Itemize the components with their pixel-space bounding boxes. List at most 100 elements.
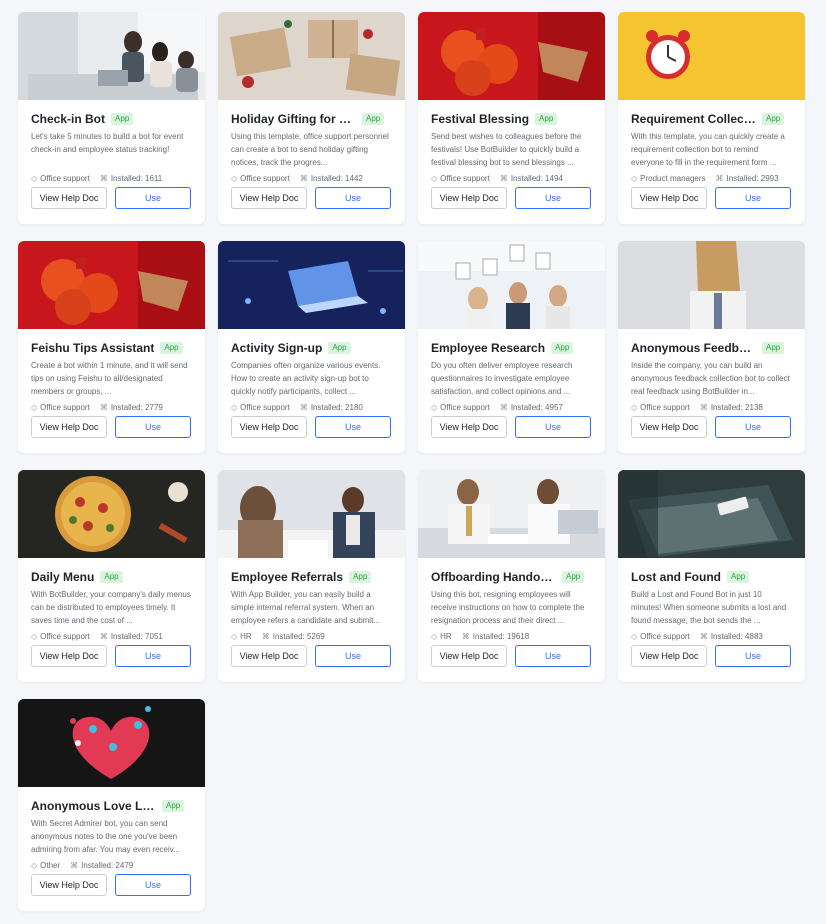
card-category: Office support xyxy=(40,402,90,412)
card-installed-count: Installed: 1442 xyxy=(310,173,363,183)
template-card-0[interactable]: Check-in Bot App Let's take 5 minutes to… xyxy=(18,12,205,224)
template-card-7[interactable]: Anonymous Feedback App Inside the compan… xyxy=(618,241,805,453)
app-badge: App xyxy=(762,342,785,354)
app-badge: App xyxy=(349,571,372,583)
view-help-doc-button[interactable]: View Help Doc xyxy=(31,874,107,896)
card-title: Requirement Collection xyxy=(631,112,756,126)
use-button[interactable]: Use xyxy=(115,416,191,438)
install-icon: ⌘ xyxy=(99,402,108,412)
template-card-9[interactable]: Employee Referrals App With App Builder,… xyxy=(218,470,405,682)
card-installed-count: Installed: 7051 xyxy=(110,631,163,641)
card-description: Companies often organize various events.… xyxy=(231,361,381,396)
card-category: Product managers xyxy=(640,173,706,183)
wrapped-gifts-photo xyxy=(218,12,405,100)
card-installed-count: Installed: 1611 xyxy=(110,173,163,183)
tag-icon: ◇ xyxy=(431,631,438,641)
view-help-doc-button[interactable]: View Help Doc xyxy=(631,187,707,209)
template-card-10[interactable]: Offboarding Handover App Using this bot,… xyxy=(418,470,605,682)
use-button[interactable]: Use xyxy=(115,187,191,209)
card-installed-count: Installed: 2993 xyxy=(726,173,779,183)
view-help-doc-button[interactable]: View Help Doc xyxy=(631,645,707,667)
app-badge: App xyxy=(551,342,574,354)
festival-oranges-photo xyxy=(18,241,205,329)
card-category: Office support xyxy=(640,402,690,412)
view-help-doc-button[interactable]: View Help Doc xyxy=(231,416,307,438)
template-card-3[interactable]: Requirement Collection App With this tem… xyxy=(618,12,805,224)
view-help-doc-button[interactable]: View Help Doc xyxy=(231,187,307,209)
card-title: Holiday Gifting for Empl... xyxy=(231,112,356,126)
office-meeting-photo xyxy=(18,12,205,100)
card-category: Office support xyxy=(240,402,290,412)
card-installed-count: Installed: 4883 xyxy=(710,631,763,641)
template-card-11[interactable]: Lost and Found App Build a Lost and Foun… xyxy=(618,470,805,682)
use-button[interactable]: Use xyxy=(315,645,391,667)
template-card-1[interactable]: Holiday Gifting for Empl... App Using th… xyxy=(218,12,405,224)
view-help-doc-button[interactable]: View Help Doc xyxy=(431,187,507,209)
use-button[interactable]: Use xyxy=(115,874,191,896)
card-installed-count: Installed: 1494 xyxy=(510,173,563,183)
template-card-4[interactable]: Feishu Tips Assistant App Create a bot w… xyxy=(18,241,205,453)
card-title: Anonymous Love Letters xyxy=(31,799,156,813)
card-description: Create a bot within 1 minute, and it wil… xyxy=(31,361,188,396)
card-category: HR xyxy=(440,631,452,641)
use-button[interactable]: Use xyxy=(715,187,791,209)
card-description: With Secret Admirer bot, you can send an… xyxy=(31,819,180,854)
card-description: Using this bot, resigning employees will… xyxy=(431,590,585,625)
install-icon: ⌘ xyxy=(461,631,470,641)
card-installed-count: Installed: 2779 xyxy=(110,402,163,412)
card-category: HR xyxy=(240,631,252,641)
template-card-2[interactable]: Festival Blessing App Send best wishes t… xyxy=(418,12,605,224)
app-badge: App xyxy=(726,571,750,583)
use-button[interactable]: Use xyxy=(515,187,591,209)
use-button[interactable]: Use xyxy=(515,416,591,438)
install-icon: ⌘ xyxy=(299,173,308,183)
app-badge: App xyxy=(328,342,351,354)
card-description: With App Builder, you can easily build a… xyxy=(231,590,380,625)
tag-icon: ◇ xyxy=(631,402,638,412)
view-help-doc-button[interactable]: View Help Doc xyxy=(431,416,507,438)
use-button[interactable]: Use xyxy=(715,416,791,438)
use-button[interactable]: Use xyxy=(515,645,591,667)
tag-icon: ◇ xyxy=(231,631,238,641)
use-button[interactable]: Use xyxy=(715,645,791,667)
view-help-doc-button[interactable]: View Help Doc xyxy=(31,645,107,667)
card-category: Office support xyxy=(640,631,690,641)
install-icon: ⌘ xyxy=(699,631,708,641)
use-button[interactable]: Use xyxy=(315,187,391,209)
template-card-12[interactable]: Anonymous Love Letters App With Secret A… xyxy=(18,699,205,911)
card-description: With BotBuilder, your company's daily me… xyxy=(31,590,191,625)
view-help-doc-button[interactable]: View Help Doc xyxy=(431,645,507,667)
card-description: Build a Lost and Found Bot in just 10 mi… xyxy=(631,590,787,625)
template-card-5[interactable]: Activity Sign-up App Companies often org… xyxy=(218,241,405,453)
use-button[interactable]: Use xyxy=(315,416,391,438)
card-title: Offboarding Handover xyxy=(431,570,556,584)
card-description: Using this template, office support pers… xyxy=(231,132,389,167)
card-installed-count: Installed: 19618 xyxy=(472,631,530,641)
tag-icon: ◇ xyxy=(431,402,438,412)
install-icon: ⌘ xyxy=(699,402,708,412)
card-title: Anonymous Feedback xyxy=(631,341,756,355)
tag-icon: ◇ xyxy=(631,173,638,183)
view-help-doc-button[interactable]: View Help Doc xyxy=(31,187,107,209)
install-icon: ⌘ xyxy=(715,173,724,183)
app-badge: App xyxy=(160,342,183,354)
template-card-6[interactable]: Employee Research App Do you often deliv… xyxy=(418,241,605,453)
install-icon: ⌘ xyxy=(99,173,108,183)
digital-laptop-photo xyxy=(218,241,405,329)
card-description: Let's take 5 minutes to build a bot for … xyxy=(31,132,184,154)
alarm-clock-photo xyxy=(618,12,805,100)
view-help-doc-button[interactable]: View Help Doc xyxy=(31,416,107,438)
template-card-8[interactable]: Daily Menu App With BotBuilder, your com… xyxy=(18,470,205,682)
card-installed-count: Installed: 2180 xyxy=(310,402,363,412)
template-grid: Check-in Bot App Let's take 5 minutes to… xyxy=(18,12,805,911)
app-badge: App xyxy=(562,571,585,583)
app-badge: App xyxy=(535,113,558,125)
card-category: Other xyxy=(40,860,61,870)
raised-number-cards-photo xyxy=(418,241,605,329)
use-button[interactable]: Use xyxy=(115,645,191,667)
card-installed-count: Installed: 2479 xyxy=(81,860,134,870)
card-title: Employee Referrals xyxy=(231,570,344,584)
view-help-doc-button[interactable]: View Help Doc xyxy=(231,645,307,667)
view-help-doc-button[interactable]: View Help Doc xyxy=(631,416,707,438)
card-category: Office support xyxy=(240,173,290,183)
